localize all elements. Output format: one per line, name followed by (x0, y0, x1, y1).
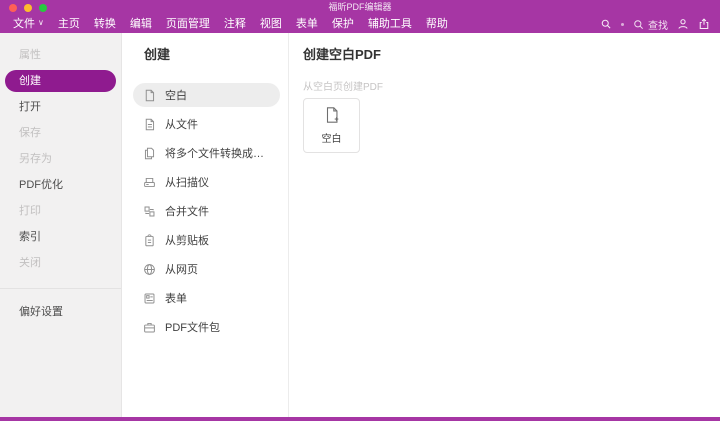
blank-page-icon (145, 89, 155, 101)
menu-protect[interactable]: 保护 (325, 15, 361, 33)
menu-comment[interactable]: 注释 (217, 15, 253, 33)
create-item-from-clipboard[interactable]: 从剪贴板 (133, 228, 280, 252)
detail-panel-title: 创建空白PDF (303, 47, 382, 62)
account-icon[interactable] (677, 18, 689, 30)
sidebar-item-index[interactable]: 索引 (5, 226, 116, 248)
menu-form[interactable]: 表单 (289, 15, 325, 33)
sidebar-item-print: 打印 (19, 205, 41, 217)
sidebar-item-preferences[interactable]: 偏好设置 (5, 301, 116, 323)
web-page-icon (144, 263, 155, 275)
menu-file[interactable]: 文件 ∨ (6, 15, 51, 33)
sidebar-divider (0, 288, 121, 289)
traffic-lights (9, 4, 47, 12)
bottom-accent-strip (0, 417, 720, 421)
titlebar: 福昕PDF编辑器 (0, 0, 720, 15)
create-item-blank[interactable]: 空白 (133, 83, 280, 107)
create-item-form[interactable]: 表单 (133, 286, 280, 310)
share-icon[interactable] (698, 18, 710, 30)
menu-edit[interactable]: 编辑 (123, 15, 159, 33)
combine-files-icon (144, 206, 155, 216)
chevron-down-icon: ∨ (38, 18, 44, 27)
create-item-pdf-portfolio[interactable]: PDF文件包 (133, 315, 280, 339)
search-box[interactable]: 查找 (633, 17, 668, 32)
sidebar-item-properties: 属性 (19, 49, 41, 61)
create-item-combine-files[interactable]: 合并文件 (133, 199, 280, 223)
portfolio-icon (144, 322, 155, 332)
create-item-convert-multiple[interactable]: 将多个文件转换成PDF (133, 141, 280, 165)
create-options-panel: 创建 空白 从文件 将多个文件转换成PDF 从扫描仪 合并文件 从剪贴板 从网页… (122, 33, 289, 417)
menu-convert[interactable]: 转换 (87, 15, 123, 33)
search-icon (634, 19, 643, 29)
zoom-window-button[interactable] (39, 4, 47, 12)
search-label: 查找 (648, 20, 668, 32)
find-icon[interactable] (600, 18, 612, 30)
multi-file-icon (144, 147, 155, 159)
app-window: 福昕PDF编辑器 文件 ∨ 主页 转换 编辑 页面管理 注释 视图 表单 保护 … (0, 0, 720, 421)
scanner-icon (144, 177, 155, 187)
document-plus-icon (326, 107, 338, 123)
sidebar-item-pdf-optimize[interactable]: PDF优化 (5, 174, 116, 196)
create-item-from-file[interactable]: 从文件 (133, 112, 280, 136)
create-panel-title: 创建 (144, 47, 171, 62)
blank-card-label: 空白 (321, 134, 342, 145)
create-item-from-scanner[interactable]: 从扫描仪 (133, 170, 280, 194)
from-file-icon (145, 118, 155, 130)
clipboard-icon (145, 233, 154, 246)
menu-home[interactable]: 主页 (51, 15, 87, 33)
file-menu-sidebar: 属性 创建 打开 保存 另存为 PDF优化 打印 索引 关闭 偏好设置 (0, 33, 122, 417)
menu-file-label: 文件 (13, 18, 35, 30)
sidebar-item-open[interactable]: 打开 (5, 96, 116, 118)
create-blank-pdf-panel: 创建空白PDF 从空白页创建PDF 空白 (289, 33, 720, 417)
minimize-window-button[interactable] (24, 4, 32, 12)
sidebar-item-save-as: 另存为 (19, 153, 52, 165)
menu-help[interactable]: 帮助 (419, 15, 455, 33)
menu-view[interactable]: 视图 (253, 15, 289, 33)
file-backstage: 属性 创建 打开 保存 另存为 PDF优化 打印 索引 关闭 偏好设置 创建 空… (0, 33, 720, 417)
sidebar-item-save: 保存 (19, 127, 41, 139)
detail-panel-subtitle: 从空白页创建PDF (303, 82, 383, 93)
sidebar-item-create[interactable]: 创建 (5, 70, 116, 92)
menubar-separator-dot (621, 22, 624, 26)
window-title: 福昕PDF编辑器 (328, 2, 392, 12)
create-item-from-web-page[interactable]: 从网页 (133, 257, 280, 281)
sidebar-item-close: 关闭 (19, 257, 41, 269)
menu-page-management[interactable]: 页面管理 (159, 15, 217, 33)
menubar-right-tools: 查找 (600, 17, 710, 32)
menubar: 文件 ∨ 主页 转换 编辑 页面管理 注释 视图 表单 保护 辅助工具 帮助 查… (0, 15, 720, 33)
form-icon (144, 293, 155, 303)
blank-pdf-card[interactable]: 空白 (303, 98, 360, 153)
close-window-button[interactable] (9, 4, 17, 12)
menu-accessibility[interactable]: 辅助工具 (361, 15, 419, 33)
